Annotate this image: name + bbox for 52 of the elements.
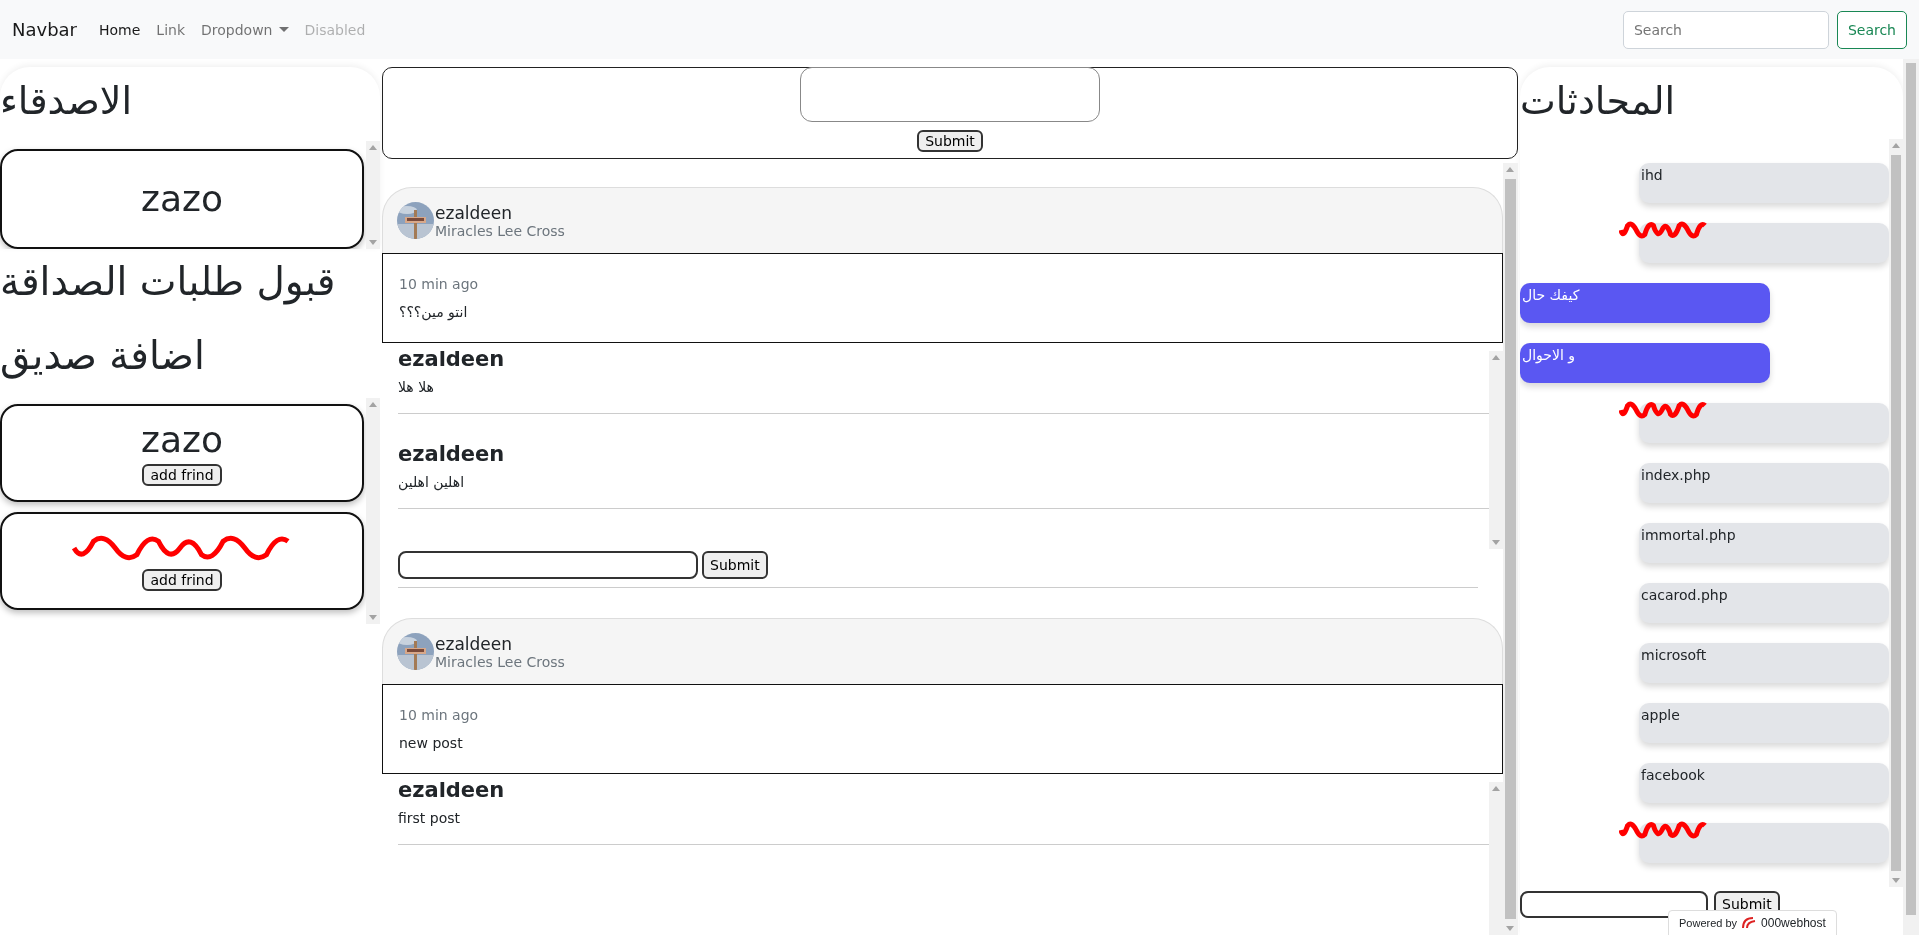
chats-title: المحادثات xyxy=(1520,78,1677,125)
friend-name: zazo xyxy=(141,420,223,460)
message-text: immortal.php xyxy=(1641,526,1736,543)
scrollbar[interactable] xyxy=(1503,163,1518,935)
post-subtitle: Miracles Lee Cross xyxy=(435,222,565,239)
scrollbar[interactable] xyxy=(366,140,380,249)
submit-button[interactable]: Submit xyxy=(702,551,768,579)
comment-input[interactable] xyxy=(398,551,698,579)
message-text: كيفك حال xyxy=(1522,286,1580,303)
search-button[interactable]: Search xyxy=(1836,10,1907,49)
scrollbar[interactable] xyxy=(366,398,380,625)
friends-title: الاصدقاء xyxy=(0,78,134,125)
post-time: 10 min ago xyxy=(399,707,480,723)
post-text: انتو مين؟؟؟ xyxy=(399,304,469,320)
add-friend-heading[interactable]: اضافة صديق xyxy=(0,333,380,381)
comment-text: اهلين اهلين xyxy=(398,474,466,490)
badge-prefix: Powered by xyxy=(1679,917,1738,929)
comment-text: هلا هلا xyxy=(398,379,435,395)
nav-link[interactable]: Home xyxy=(99,21,141,38)
nav-link[interactable]: Link xyxy=(156,21,186,38)
post-author[interactable]: ezaldeen xyxy=(435,633,565,654)
hosting-toast[interactable]: Powered by 000webhost xyxy=(1668,910,1837,935)
add-friend-button[interactable]: add frind xyxy=(142,569,222,592)
message-text: microsoft xyxy=(1641,646,1707,663)
message-text: و الاحوال xyxy=(1522,346,1576,363)
comment-text: first post xyxy=(398,810,462,826)
message-text: index.php xyxy=(1641,466,1711,483)
friend-name: zazo xyxy=(141,178,223,219)
dropdown-toggle[interactable]: Dropdown xyxy=(201,21,289,38)
post-input[interactable] xyxy=(800,67,1100,122)
navbar-brand[interactable]: Navbar xyxy=(12,19,77,40)
add-friend-button[interactable]: add frind xyxy=(142,464,222,486)
message-text: ihd xyxy=(1641,166,1663,183)
submit-button[interactable]: Submit xyxy=(917,130,983,152)
post-author[interactable]: ezaldeen xyxy=(435,202,565,223)
message-input[interactable] xyxy=(1520,890,1708,918)
message-text: facebook xyxy=(1641,766,1705,783)
post-text: new post xyxy=(399,735,464,751)
friend-requests-heading[interactable]: قبول طلبات الصداقة xyxy=(0,258,380,306)
badge-name: 000webhost xyxy=(1761,916,1826,930)
caret-icon xyxy=(278,27,289,32)
post-time: 10 min ago xyxy=(399,276,480,292)
search-field[interactable]: Search xyxy=(1622,10,1829,49)
scrollbar[interactable] xyxy=(1489,351,1503,549)
scrollbar[interactable] xyxy=(1889,138,1903,887)
post-subtitle: Miracles Lee Cross xyxy=(435,653,565,670)
message-text: cacarod.php xyxy=(1641,586,1728,603)
friend-card[interactable]: zazo xyxy=(0,148,364,249)
page-scrollbar[interactable] xyxy=(1903,59,1919,935)
message-text: apple xyxy=(1641,706,1680,723)
comment-author: ezaldeen xyxy=(398,442,506,466)
swirl-icon xyxy=(1741,916,1758,930)
